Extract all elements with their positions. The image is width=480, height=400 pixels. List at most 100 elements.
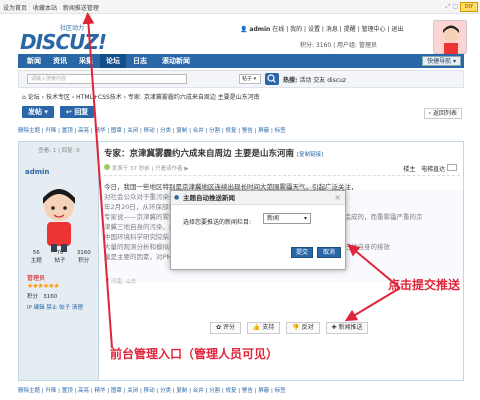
dialog-submit-button[interactable]: 提交	[291, 247, 313, 258]
mod-category[interactable]: 分类	[160, 388, 171, 394]
diy-button[interactable]: DIY	[460, 2, 478, 12]
site-logo[interactable]: 社区动力 DISCUZ!	[20, 25, 107, 54]
user-link-notices[interactable]: 提醒	[344, 26, 356, 33]
support-button[interactable]: 👍 支持	[246, 322, 281, 334]
username-link[interactable]: admin	[249, 26, 270, 33]
hot-search-item[interactable]: 活动	[299, 77, 311, 84]
reply-button[interactable]: ↩ 回复	[60, 106, 95, 118]
user-link-logout[interactable]: 退出	[391, 26, 403, 33]
mod-digest[interactable]: 精华	[95, 128, 106, 134]
dialog-cancel-button[interactable]: 取消	[317, 247, 341, 258]
stat-threads[interactable]: 56主题	[25, 250, 47, 264]
dialog-close-icon[interactable]: ×	[334, 193, 341, 202]
user-avatar[interactable]	[433, 20, 467, 55]
jump-label[interactable]: 电梯直达	[421, 166, 445, 173]
mod-warn[interactable]: 警告	[242, 388, 253, 394]
news-push-button[interactable]: ✚ 新闻推送	[325, 322, 369, 334]
mod-merge[interactable]: 合并	[193, 388, 204, 394]
home-icon[interactable]: ⌂	[22, 94, 26, 101]
quick-nav-button[interactable]: 快捷导航 ▾	[422, 56, 461, 66]
mod-block[interactable]: 屏蔽	[258, 128, 269, 134]
mod-move[interactable]: 移动	[144, 128, 155, 134]
user-group[interactable]: 用户组: 管理员	[337, 42, 377, 49]
user-link-mine[interactable]: 我的	[290, 26, 302, 33]
news-category-select[interactable]: 新闻 ▾	[263, 213, 311, 224]
nav-collect[interactable]: 采集	[74, 54, 98, 68]
mod-copy[interactable]: 复制	[176, 128, 187, 134]
mod-sticky[interactable]: 置顶	[62, 128, 73, 134]
dialog-title: 主题自动推送新闻	[171, 191, 345, 205]
user-credits[interactable]: 积分: 3160	[300, 42, 331, 49]
mod-sticky[interactable]: 置顶	[62, 388, 73, 394]
stat-credits[interactable]: 3160积分	[73, 250, 95, 264]
mod-warn[interactable]: 警告	[242, 128, 253, 134]
floor-label: 楼主	[403, 166, 416, 173]
mod-stamp[interactable]: 图章	[111, 128, 122, 134]
rate-button[interactable]: ✿ 评分	[210, 322, 241, 334]
mod-tag[interactable]: 标签	[275, 128, 286, 134]
floor-info: 楼主 电梯直达	[403, 164, 457, 173]
nav-forum[interactable]: 论坛	[100, 54, 126, 68]
mod-delete[interactable]: 删除主题	[18, 388, 40, 394]
mod-close[interactable]: 关闭	[127, 128, 138, 134]
news-push-admin-link[interactable]: 新闻推送管理	[63, 5, 99, 12]
mod-bump[interactable]: 升降	[45, 388, 56, 394]
breadcrumb: ⌂ 论坛 › 技术专区 › HTML+CSS技术 › 专家: 京津冀雾霾约六成来…	[22, 92, 260, 101]
nav-scroll-news[interactable]: 滚动新闻	[154, 54, 198, 68]
post-title-text: 专家：京津冀雾霾约六成来自周边 主要是山东河南	[104, 149, 294, 159]
new-post-button[interactable]: 发帖 ▾	[22, 106, 54, 118]
mod-split[interactable]: 分割	[209, 388, 220, 394]
breadcrumb-text[interactable]: 论坛 › 技术专区 › HTML+CSS技术 › 专家: 京津冀雾霾约六成来自周…	[28, 94, 260, 101]
nav-info[interactable]: 资讯	[48, 54, 72, 68]
user-link-messages[interactable]: 消息	[326, 26, 338, 33]
mod-copy[interactable]: 复制	[176, 388, 187, 394]
set-home-link[interactable]: 设为首页	[3, 5, 27, 12]
author-group[interactable]: 管理员	[27, 273, 45, 282]
top-bar: 设为首页 收藏本站 新闻推送管理	[0, 0, 480, 14]
mod-digest[interactable]: 精华	[95, 388, 106, 394]
search-input[interactable]: 请输入搜索内容	[27, 74, 187, 84]
mod-repair[interactable]: 修复	[226, 388, 237, 394]
news-push-dialog: 主题自动推送新闻 ● × 选择您要推送的新闻栏目: 新闻 ▾ 提交 取消	[170, 190, 346, 270]
view-reply-stats: 查看: 1 | 回复: 0	[38, 148, 80, 154]
mod-tag[interactable]: 标签	[275, 388, 286, 394]
mod-repair[interactable]: 修复	[226, 128, 237, 134]
search-button[interactable]	[265, 73, 279, 85]
jump-input[interactable]	[447, 164, 457, 171]
author-name[interactable]: admin	[25, 168, 49, 176]
mod-toolbar-top: 删除主题 | 升降 | 置顶 | 高亮 | 精华 | 图章 | 关闭 | 移动 …	[18, 128, 286, 134]
mod-stamp[interactable]: 图章	[111, 388, 122, 394]
mod-split[interactable]: 分割	[209, 128, 220, 134]
logo-subtitle: 社区动力	[60, 25, 85, 32]
topbar-icons[interactable]: ⤢ ▢	[446, 3, 458, 11]
author-admin-links[interactable]: IP 编辑 禁止 帖子 清理	[27, 303, 83, 311]
mod-move[interactable]: 移动	[144, 388, 155, 394]
rank-stars-icon: ★★★★★★	[27, 282, 60, 290]
news-push-label: 新闻推送	[338, 324, 363, 331]
hot-search-item[interactable]: discuz	[327, 77, 346, 84]
oppose-button[interactable]: 👎 反对	[286, 322, 320, 334]
nav-news[interactable]: 新闻	[22, 54, 46, 68]
mod-highlight[interactable]: 高亮	[78, 128, 89, 134]
oppose-label: 反对	[301, 324, 314, 331]
mod-category[interactable]: 分类	[160, 128, 171, 134]
mod-block[interactable]: 屏蔽	[258, 388, 269, 394]
bookmark-link[interactable]: 收藏本站	[33, 5, 57, 12]
mod-bump[interactable]: 升降	[45, 128, 56, 134]
user-link-admin-center[interactable]: 管理中心	[362, 26, 386, 33]
user-link-settings[interactable]: 设置	[308, 26, 320, 33]
online-status[interactable]: 在线	[272, 26, 284, 33]
post-meta[interactable]: 发表于 37 秒前 | 只看该作者 ▶	[112, 166, 189, 172]
mod-close[interactable]: 关闭	[127, 388, 138, 394]
search-type-select[interactable]: 帖子 ▾	[239, 74, 261, 84]
copy-link[interactable]: [复制链接]	[297, 152, 323, 158]
hot-search-item[interactable]: 交友	[313, 77, 325, 84]
news-category-value: 新闻	[267, 215, 280, 222]
mod-merge[interactable]: 合并	[193, 128, 204, 134]
stat-posts[interactable]: 70帖子	[49, 250, 71, 264]
nav-blog[interactable]: 日志	[128, 54, 152, 68]
mod-highlight[interactable]: 高亮	[78, 388, 89, 394]
user-meta: 积分: 3160 | 用户组: 管理员	[300, 42, 377, 49]
back-to-list-button[interactable]: ‹ 返回列表	[423, 108, 462, 119]
mod-delete[interactable]: 删除主题	[18, 128, 40, 134]
